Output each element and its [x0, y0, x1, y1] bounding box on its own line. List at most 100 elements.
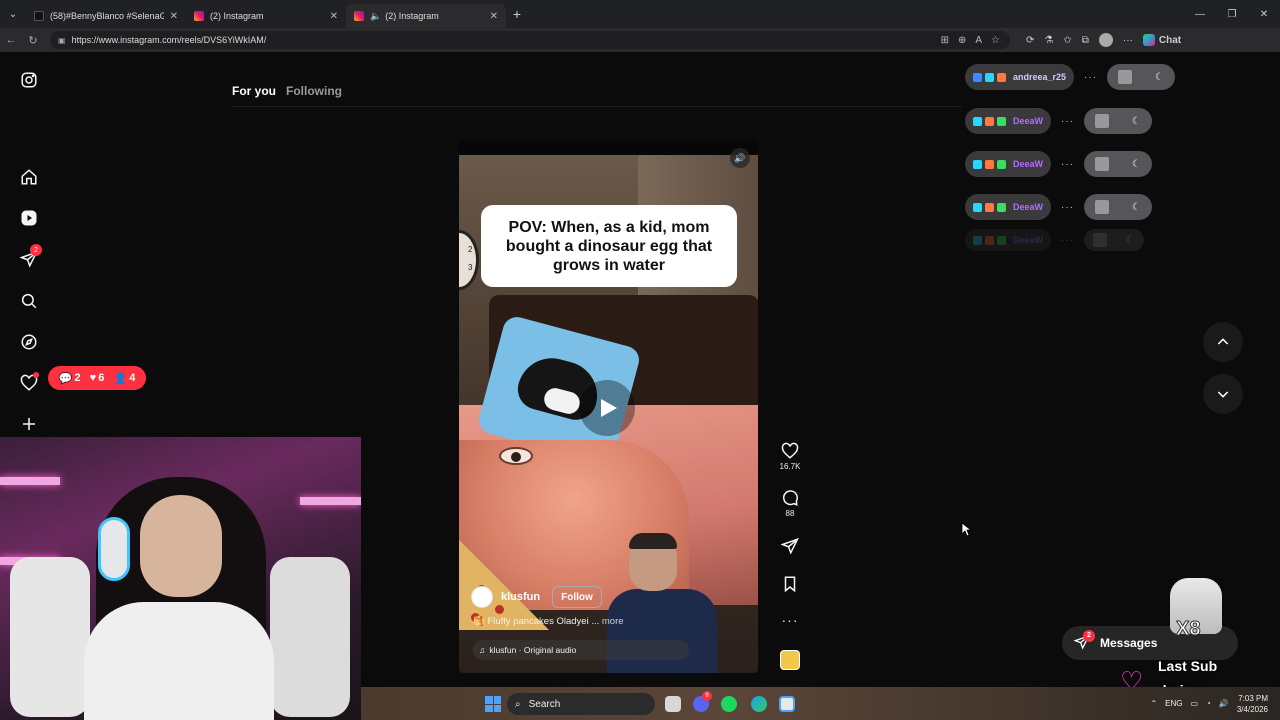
- file-explorer-icon[interactable]: [665, 696, 681, 712]
- read-aloud-icon[interactable]: A: [975, 35, 982, 46]
- tab-for-you[interactable]: For you: [232, 84, 276, 98]
- save-button[interactable]: [778, 575, 802, 593]
- bookmark-icon: [784, 576, 796, 593]
- instagram-logo-icon[interactable]: [18, 69, 40, 91]
- extensions-icon[interactable]: ⚗: [1044, 35, 1053, 46]
- home-icon[interactable]: [18, 166, 40, 188]
- like-button[interactable]: 16.7K: [778, 442, 802, 471]
- share-button[interactable]: [778, 537, 802, 555]
- chat-user-pill: andreea_r25: [965, 64, 1075, 90]
- url-field[interactable]: ▣ https://www.instagram.com/reels/DVS6Yi…: [50, 31, 1010, 49]
- url-actions: ⊞ ⊕ A ☆: [941, 35, 1010, 46]
- comment-icon: [783, 490, 798, 506]
- wall-clock: 2 3: [459, 230, 479, 290]
- discord-icon[interactable]: 9: [693, 691, 712, 712]
- zoom-icon[interactable]: ⊕: [958, 35, 966, 46]
- profile-avatar[interactable]: [1098, 33, 1113, 47]
- emote-icon: [1095, 157, 1110, 171]
- network-icon[interactable]: ▭: [1190, 699, 1198, 708]
- collections-icon[interactable]: ⧉: [1082, 35, 1089, 46]
- volume-icon[interactable]: 🔊: [1219, 699, 1229, 708]
- more-link[interactable]: more: [602, 616, 624, 627]
- chat-user-pill: DeeaW: [965, 229, 1052, 251]
- url-text: https://www.instagram.com/reels/DVS6YiWk…: [71, 35, 267, 45]
- follow-button[interactable]: Follow: [552, 586, 602, 608]
- language-indicator[interactable]: ENG: [1165, 699, 1182, 708]
- badge-icon: [997, 235, 1006, 245]
- mouse-cursor-icon: [961, 522, 971, 537]
- app-available-icon[interactable]: ⊞: [941, 35, 949, 46]
- restore-icon[interactable]: ❐: [1216, 0, 1248, 28]
- chat-message: DeeaW ··· ☾: [965, 194, 1153, 220]
- tab-title: (2) Instagram: [385, 11, 439, 21]
- reel-description: 🥞 Fluffy pancakes Oladyei ... more: [473, 616, 624, 627]
- reel-video[interactable]: 2 3 POV: When, as a kid, mom bought a di…: [459, 140, 758, 673]
- author-name[interactable]: klusfun: [501, 591, 540, 603]
- browser-tab-instagram-1[interactable]: (2) Instagram ✕: [186, 4, 346, 28]
- neon-shelf: [300, 497, 361, 505]
- tab-title: (2) Instagram: [210, 11, 264, 21]
- copilot-chat-button[interactable]: Chat: [1142, 34, 1181, 46]
- speaker-icon[interactable]: 🔈: [370, 11, 381, 22]
- headset-icon: [98, 517, 130, 581]
- messages-icon: 2: [1073, 629, 1095, 653]
- audio-thumbnail[interactable]: [780, 650, 800, 670]
- back-icon[interactable]: ←: [0, 34, 22, 46]
- previous-reel-button[interactable]: [1203, 322, 1243, 362]
- reels-icon[interactable]: [18, 207, 40, 229]
- person-body: [607, 589, 717, 673]
- wifi-icon[interactable]: ◔: [1206, 699, 1211, 708]
- edge-icon[interactable]: [751, 696, 767, 712]
- notification-dot: [33, 372, 39, 378]
- chat-user-pill: DeeaW: [965, 194, 1052, 220]
- browser-tab-instagram-2[interactable]: 🔈 (2) Instagram ✕: [346, 4, 506, 28]
- caption-text: POV: When, as a kid, mom bought a dinosa…: [505, 218, 713, 274]
- next-reel-button[interactable]: [1203, 374, 1243, 414]
- favorite-star-icon[interactable]: ☆: [991, 35, 1000, 46]
- badge-icon: [973, 72, 982, 82]
- create-plus-icon[interactable]: [18, 413, 40, 435]
- new-tab-button[interactable]: +: [506, 6, 528, 22]
- refresh-sync-icon[interactable]: ⟳: [1026, 35, 1034, 46]
- app-window-icon[interactable]: [779, 696, 795, 712]
- music-note-icon: ♫: [479, 645, 486, 655]
- close-tab-icon[interactable]: ✕: [490, 11, 498, 22]
- more-menu-icon[interactable]: ···: [1123, 35, 1133, 46]
- messages-badge: 2: [1083, 629, 1095, 642]
- badge-icon: [997, 116, 1006, 126]
- tab-following[interactable]: Following: [286, 84, 342, 98]
- notifications-heart-icon[interactable]: [18, 372, 40, 394]
- windows-start-icon[interactable]: [485, 696, 501, 712]
- minimize-icon[interactable]: —: [1184, 0, 1216, 28]
- close-tab-icon[interactable]: ✕: [330, 11, 338, 22]
- search-icon[interactable]: [18, 290, 40, 312]
- notification-summary-pill[interactable]: 💬 2 ♥ 6 👤 4: [48, 366, 146, 390]
- tray-expand-icon[interactable]: ⌃: [1150, 699, 1157, 708]
- audio-pill[interactable]: ♫ klusfun · Original audio: [473, 640, 689, 660]
- blanket-eye: [499, 447, 533, 465]
- more-options-button[interactable]: ···: [778, 612, 802, 628]
- chat-user-pill: DeeaW: [965, 151, 1052, 177]
- spotify-icon[interactable]: [721, 696, 737, 712]
- tab-list-menu-icon[interactable]: ⌄: [0, 0, 26, 28]
- explore-compass-icon[interactable]: [18, 331, 40, 353]
- play-icon: [601, 399, 617, 417]
- browser-tab-tiktok[interactable]: (58)#BennyBlanco #SelenaGomez ✕: [26, 4, 186, 28]
- badge-icon: [985, 235, 994, 245]
- play-button[interactable]: [579, 380, 635, 436]
- taskbar-clock[interactable]: 7:03 PM 3/4/2026: [1237, 693, 1268, 715]
- chat-username: DeeaW: [1013, 116, 1044, 126]
- close-window-icon[interactable]: ✕: [1248, 0, 1280, 28]
- comment-count-value: 2: [74, 372, 81, 384]
- volume-icon[interactable]: 🔊: [730, 148, 750, 168]
- taskbar-search[interactable]: ⌕ Search: [507, 693, 655, 715]
- favorites-icon[interactable]: ✩: [1063, 35, 1071, 46]
- messages-send-icon[interactable]: 2: [18, 244, 42, 270]
- chat-dots: ···: [1061, 158, 1075, 170]
- author-avatar[interactable]: [471, 586, 493, 608]
- messages-label: Messages: [1100, 636, 1158, 650]
- comment-button[interactable]: 88: [778, 489, 802, 518]
- site-info-icon[interactable]: ▣: [58, 36, 66, 45]
- close-tab-icon[interactable]: ✕: [170, 11, 178, 22]
- reload-icon[interactable]: ↻: [22, 34, 44, 47]
